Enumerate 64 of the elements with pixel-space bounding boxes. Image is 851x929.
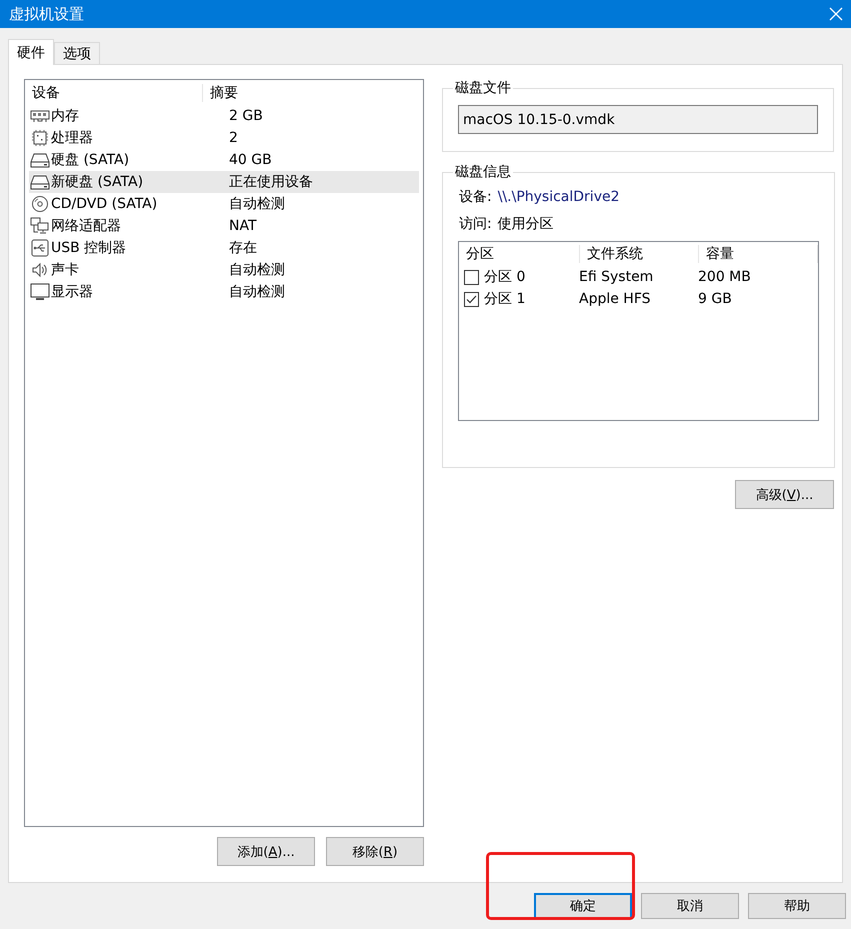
device-label: 设备: [459,188,492,206]
list-row[interactable]: 声卡 自动检测 [29,259,419,281]
device-summary: 自动检测 [228,261,285,279]
list-row[interactable]: 网络适配器 NAT [29,215,419,237]
access-value: 使用分区 [498,214,554,232]
window-title: 虚拟机设置 [9,4,84,24]
partition-size: 9 GB [698,291,732,307]
device-name: USB 控制器 [51,239,128,257]
tab[interactable]: 硬件 [8,39,54,65]
group-title: 磁盘信息 [454,163,512,181]
device-name: 网络适配器 [51,217,122,235]
device-name: CD/DVD (SATA) [51,196,158,212]
checkbox[interactable] [464,292,479,306]
disc-icon [31,195,49,213]
tab[interactable]: 选项 [54,42,100,64]
list-action-button[interactable]: 添加(A)... [217,837,315,866]
device-summary: 2 [228,130,238,146]
group-title: 磁盘文件 [454,79,512,97]
device-name: 声卡 [51,261,80,279]
file-system: Efi System [579,269,654,285]
partition-size: 200 MB [698,269,751,285]
column-header[interactable]: 文件系统 [579,245,698,263]
partition-name: 分区 0 [484,268,526,286]
device-summary: 2 GB [228,108,263,124]
access-label: 访问: [459,214,492,232]
monitor-icon [30,283,50,301]
device-summary: 正在使用设备 [228,173,313,191]
dialog-button[interactable]: 取消 [641,893,739,919]
dialog-button[interactable]: 帮助 [748,893,846,919]
list-row[interactable]: 内存 2 GB [29,105,419,127]
speaker-icon [31,262,49,278]
device-summary: 存在 [228,239,257,257]
device-name: 内存 [51,107,80,125]
file-system: Apple HFS [579,291,652,307]
list-row[interactable]: 显示器 自动检测 [29,281,419,303]
close-icon[interactable] [829,7,843,21]
network-icon [30,217,50,235]
device-name: 显示器 [51,283,94,301]
list-row[interactable]: 处理器 2 [29,127,419,149]
usb-icon [31,239,49,257]
list-row[interactable]: 硬盘 (SATA) 40 GB [29,149,419,171]
list-row[interactable]: 新硬盘 (SATA) 正在使用设备 [29,171,419,193]
device-summary: 自动检测 [228,283,285,301]
device-name: 硬盘 (SATA) [51,151,130,169]
column-header[interactable]: 分区 [459,245,579,263]
list-row[interactable]: USB 控制器 存在 [29,237,419,259]
column-header[interactable]: 摘要 [202,84,238,102]
column-header[interactable]: 容量 [698,245,818,263]
partition-name: 分区 1 [484,290,526,308]
device-summary: 自动检测 [228,195,285,213]
device-path: \\.\PhysicalDrive2 [498,188,620,204]
dialog-button[interactable]: 确定 [534,893,632,919]
checkbox[interactable] [464,270,479,284]
advanced-button[interactable]: 高级(V)... [735,480,834,509]
device-name: 新硬盘 (SATA) [51,173,144,191]
list-action-button[interactable]: 移除(R) [326,837,424,866]
chip-icon [30,129,50,147]
column-header[interactable]: 设备 [25,84,202,102]
disk-file-field[interactable]: macOS 10.15-0.vmdk [458,105,818,134]
list-row[interactable]: CD/DVD (SATA) 自动检测 [29,193,419,215]
memory-icon [30,109,50,123]
device-summary: NAT [228,218,257,234]
device-name: 处理器 [51,129,94,147]
device-summary: 40 GB [228,152,272,168]
